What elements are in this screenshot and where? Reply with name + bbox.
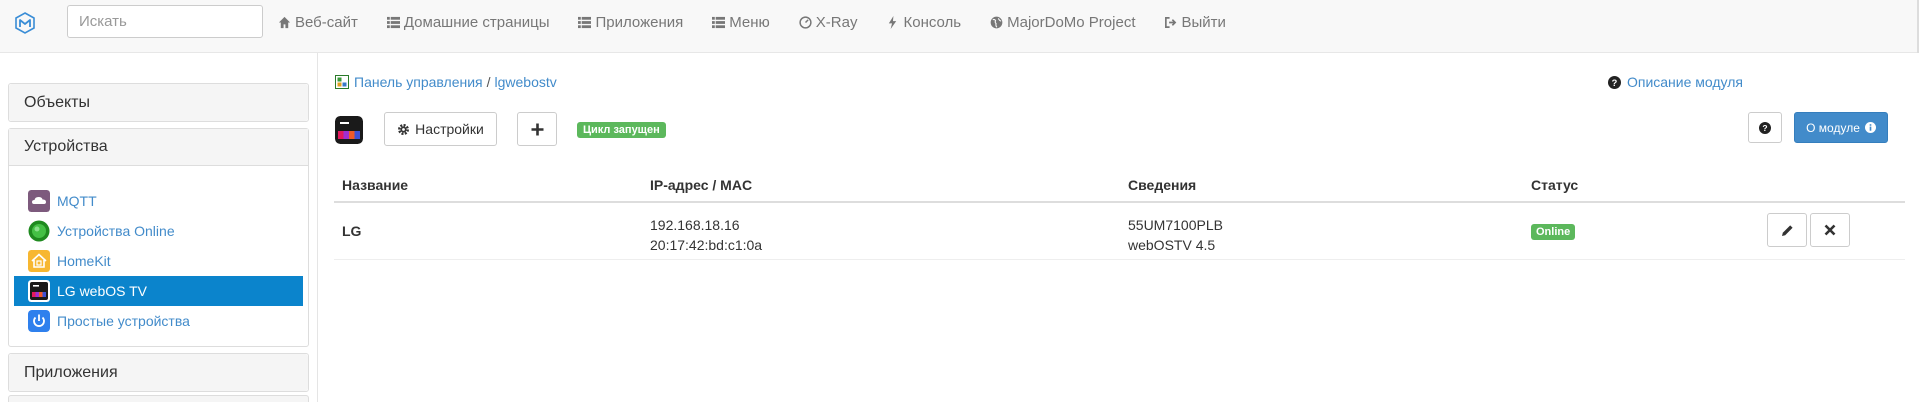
list-icon	[386, 16, 400, 28]
svg-text:?: ?	[1762, 123, 1767, 133]
sidebar: Объекты Устройства MQTT Устройства Onlin…	[8, 83, 309, 398]
nav-link-label: Меню	[729, 13, 770, 31]
svg-text:?: ?	[1612, 77, 1618, 87]
pencil-icon	[1781, 224, 1793, 236]
module-description-link[interactable]: ? Описание модуля	[1607, 74, 1743, 90]
list-icon	[578, 16, 592, 28]
about-module-button[interactable]: О модуле	[1794, 112, 1888, 143]
nav-link-label: Выйти	[1181, 13, 1226, 31]
homekit-house-icon	[28, 250, 50, 272]
settings-button-label: Настройки	[415, 121, 484, 137]
question-circle-icon: ?	[1607, 75, 1621, 89]
column-header-status: Статус	[1531, 177, 1579, 193]
nav-link-console[interactable]: Консоль	[886, 14, 961, 31]
table-row: LG 192.168.18.16 20:17:42:bd:c1:0a 55UM7…	[334, 203, 1905, 260]
breadcrumb-current-link[interactable]: lgwebostv	[495, 74, 557, 90]
sidebar-panel-applications: Приложения	[8, 353, 309, 392]
sidebar-item-label: HomeKit	[57, 253, 111, 269]
device-list: MQTT Устройства Online HomeKit LG webOS …	[9, 166, 308, 346]
device-info-cell: 55UM7100PLB webOSTV 4.5	[1128, 215, 1223, 255]
sidebar-item-homekit[interactable]: HomeKit	[14, 246, 303, 276]
breadcrumb-root-link[interactable]: Панель управления	[354, 74, 483, 90]
cycle-status-badge: Цикл запущен	[577, 122, 666, 138]
nav-link-logout[interactable]: Выйти	[1164, 13, 1226, 31]
edit-device-button[interactable]	[1767, 213, 1807, 247]
status-badge: Online	[1531, 224, 1576, 240]
nav-link-label: Веб-сайт	[295, 13, 358, 31]
device-model: 55UM7100PLB	[1128, 217, 1223, 233]
device-ip: 192.168.18.16	[650, 217, 740, 233]
sidebar-item-devices-online[interactable]: Устройства Online	[14, 216, 303, 246]
webos-tv-icon	[28, 280, 50, 302]
close-icon	[1824, 224, 1836, 236]
nav-link-applications[interactable]: Приложения	[578, 14, 683, 31]
nav-link-label: Приложения	[595, 13, 684, 31]
question-circle-icon: ?	[1759, 121, 1771, 134]
list-icon	[712, 16, 726, 28]
breadcrumb: Панель управления / lgwebostv	[335, 74, 557, 90]
column-header-ip-mac: IP-адрес / MAC	[650, 177, 753, 193]
settings-button[interactable]: Настройки	[384, 112, 497, 146]
nav-link-label: X-Ray	[815, 13, 858, 31]
devices-table-header: Название IP-адрес / MAC Сведения Статус	[334, 172, 1905, 203]
search-input[interactable]	[67, 5, 263, 38]
module-description-label: Описание модуля	[1626, 74, 1743, 90]
nav-link-menu[interactable]: Меню	[712, 14, 770, 31]
home-icon	[278, 16, 291, 28]
add-device-button[interactable]	[517, 112, 557, 146]
nav-link-home-pages[interactable]: Домашние страницы	[386, 13, 550, 31]
sidebar-panel-heading-devices[interactable]: Устройства	[9, 129, 308, 166]
nav-link-majordomo-project[interactable]: MajorDoMo Project	[990, 14, 1135, 31]
logout-icon	[1165, 16, 1177, 28]
online-globe-icon	[28, 220, 50, 242]
flash-icon	[889, 15, 897, 29]
sidebar-panel-devices: Устройства MQTT Устройства Online HomeKi…	[8, 128, 309, 347]
gauge-icon	[799, 15, 812, 29]
majordomo-logo-icon[interactable]	[14, 12, 36, 34]
sidebar-panel-heading-objects[interactable]: Объекты	[9, 84, 308, 121]
nav-link-label: MajorDoMo Project	[1007, 13, 1136, 31]
device-os: webOSTV 4.5	[1128, 237, 1216, 253]
help-button[interactable]: ?	[1748, 112, 1782, 143]
device-name: LG	[342, 223, 362, 239]
module-logo-icon	[335, 116, 363, 144]
nav-links: Веб-сайт Домашние страницы Приложения Ме…	[278, 12, 1226, 32]
sidebar-item-label: MQTT	[57, 193, 97, 209]
sidebar-panel-objects: Объекты	[8, 83, 309, 122]
gear-icon	[398, 123, 410, 135]
sidebar-item-label: LG webOS TV	[57, 283, 148, 299]
column-header-name: Название	[342, 177, 409, 193]
globe-icon	[990, 16, 1003, 28]
sidebar-panel-stub	[8, 395, 309, 402]
plus-icon	[531, 123, 543, 135]
panel-heading-label: Устройства	[24, 138, 108, 155]
delete-device-button[interactable]	[1810, 213, 1850, 247]
control-panel-icon	[335, 75, 349, 89]
info-icon	[1864, 122, 1876, 133]
nav-link-xray[interactable]: X-Ray	[799, 13, 858, 31]
top-navbar: Веб-сайт Домашние страницы Приложения Ме…	[0, 0, 1919, 53]
sidebar-item-label: Простые устройства	[57, 313, 190, 329]
breadcrumb-separator: /	[486, 74, 491, 90]
about-module-label: О модуле	[1806, 120, 1860, 135]
device-address-cell: 192.168.18.16 20:17:42:bd:c1:0a	[650, 215, 762, 255]
column-header-info: Сведения	[1128, 177, 1197, 193]
main-divider	[317, 53, 318, 402]
power-icon	[28, 310, 50, 332]
sidebar-panel-heading-applications[interactable]: Приложения	[9, 354, 308, 391]
sidebar-item-label: Устройства Online	[57, 223, 175, 239]
nav-link-label: Домашние страницы	[403, 13, 550, 31]
sidebar-item-mqtt[interactable]: MQTT	[14, 186, 303, 216]
mqtt-cloud-icon	[28, 190, 50, 212]
device-mac: 20:17:42:bd:c1:0a	[650, 237, 763, 253]
nav-link-website[interactable]: Веб-сайт	[278, 14, 358, 31]
panel-heading-label: Объекты	[24, 93, 90, 111]
panel-heading-label: Приложения	[24, 363, 118, 381]
sidebar-item-lg-webos-tv[interactable]: LG webOS TV	[14, 276, 303, 306]
nav-link-label: Консоль	[903, 13, 962, 31]
sidebar-item-simple-devices[interactable]: Простые устройства	[14, 306, 303, 336]
